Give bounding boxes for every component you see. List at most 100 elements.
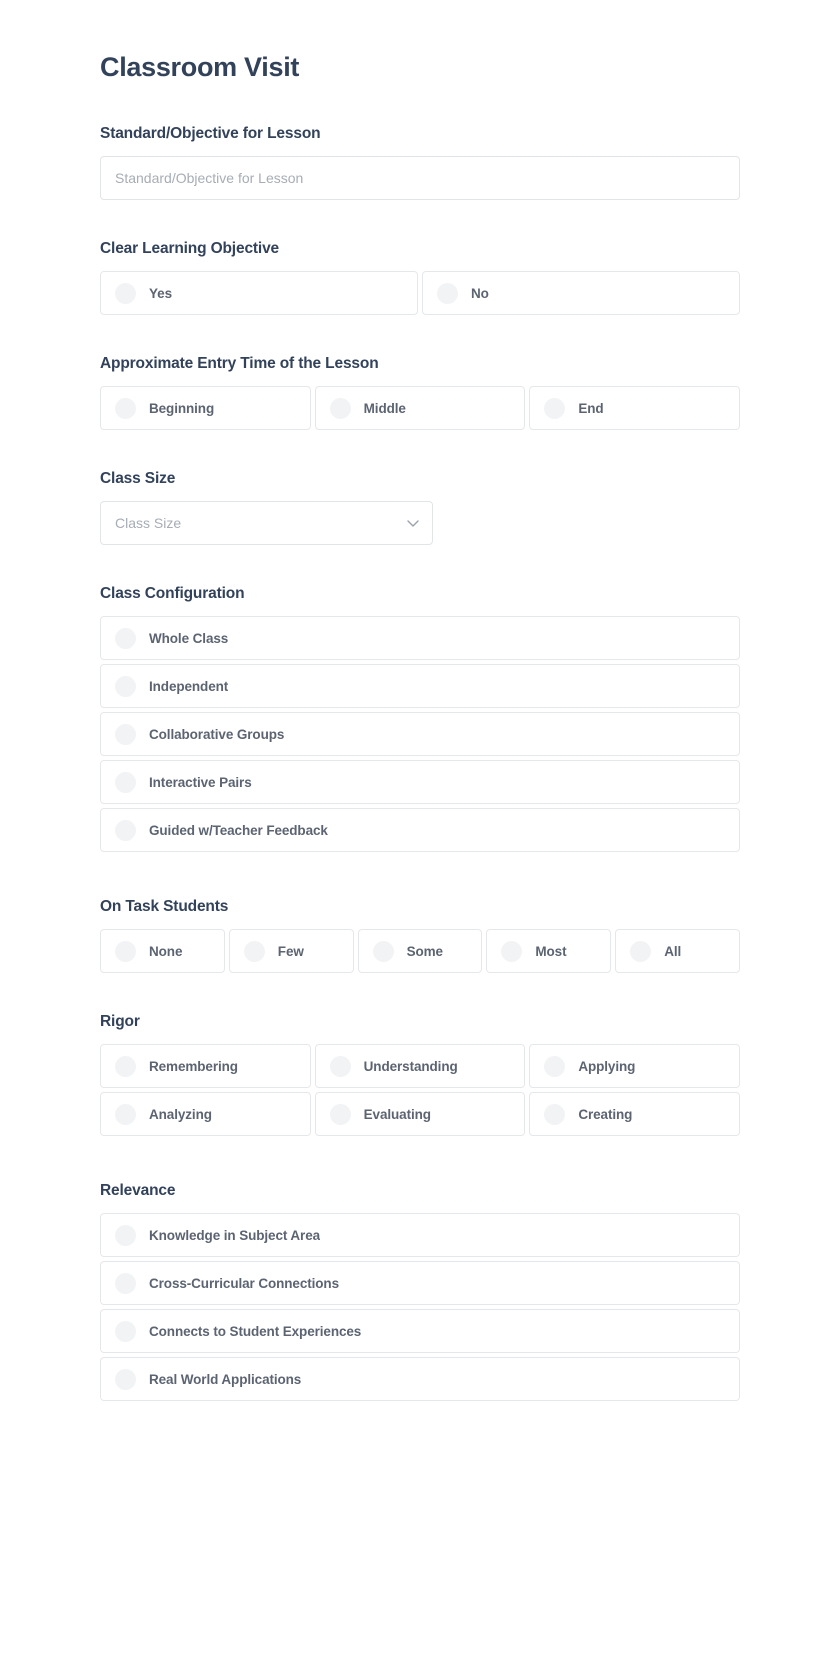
option-label: Most bbox=[535, 943, 567, 959]
option-applying[interactable]: Applying bbox=[529, 1044, 740, 1088]
option-label: Evaluating bbox=[363, 1106, 431, 1122]
class-size-selected-value: Class Size bbox=[115, 515, 182, 531]
option-analyzing[interactable]: Analyzing bbox=[100, 1092, 311, 1136]
class-size-select-wrapper: Class Size bbox=[100, 501, 433, 545]
option-label: Applying bbox=[578, 1058, 636, 1074]
option-row-on-task-students: None Few Some Most All bbox=[100, 929, 740, 973]
option-label: Remembering bbox=[149, 1058, 238, 1074]
option-stack-class-configuration: Whole Class Independent Collaborative Gr… bbox=[100, 616, 740, 852]
option-whole-class[interactable]: Whole Class bbox=[100, 616, 740, 660]
option-knowledge-in-subject-area[interactable]: Knowledge in Subject Area bbox=[100, 1213, 740, 1257]
field-label-clear-learning-objective: Clear Learning Objective bbox=[100, 240, 280, 257]
field-label-class-configuration: Class Configuration bbox=[100, 585, 245, 602]
field-label-standard-objective: Standard/Objective for Lesson bbox=[100, 125, 321, 142]
option-no[interactable]: No bbox=[422, 271, 740, 315]
option-label: Yes bbox=[149, 285, 172, 301]
radio-icon bbox=[329, 1103, 351, 1125]
option-independent[interactable]: Independent bbox=[100, 664, 740, 708]
option-collaborative-groups[interactable]: Collaborative Groups bbox=[100, 712, 740, 756]
option-label: Beginning bbox=[149, 400, 215, 416]
field-label-class-size: Class Size bbox=[100, 470, 176, 487]
option-label: Understanding bbox=[363, 1058, 458, 1074]
option-connects-to-student-experiences[interactable]: Connects to Student Experiences bbox=[100, 1309, 740, 1353]
radio-icon bbox=[115, 397, 136, 419]
option-label: Cross-Curricular Connections bbox=[149, 1275, 339, 1291]
option-label: None bbox=[149, 943, 183, 959]
option-label: Middle bbox=[363, 400, 406, 416]
class-size-select[interactable]: Class Size bbox=[100, 501, 433, 545]
field-label-entry-time: Approximate Entry Time of the Lesson bbox=[100, 355, 379, 372]
radio-icon bbox=[544, 1103, 566, 1125]
option-label: No bbox=[471, 285, 489, 301]
option-label: All bbox=[664, 943, 682, 959]
option-none[interactable]: None bbox=[100, 929, 225, 973]
radio-icon bbox=[115, 1055, 136, 1077]
radio-icon bbox=[115, 1103, 136, 1125]
page-title: Classroom Visit bbox=[100, 52, 300, 82]
option-few[interactable]: Few bbox=[228, 929, 354, 973]
option-label: Collaborative Groups bbox=[149, 726, 285, 742]
option-understanding[interactable]: Understanding bbox=[314, 1044, 526, 1088]
option-evaluating[interactable]: Evaluating bbox=[314, 1092, 526, 1136]
field-class-configuration: Class Configuration Whole Class Independ… bbox=[100, 585, 740, 852]
option-label: Creating bbox=[578, 1106, 633, 1122]
option-label: Interactive Pairs bbox=[149, 774, 252, 790]
option-interactive-pairs[interactable]: Interactive Pairs bbox=[100, 760, 740, 804]
field-standard-objective: Standard/Objective for Lesson bbox=[100, 125, 740, 200]
option-end[interactable]: End bbox=[529, 386, 740, 430]
radio-icon bbox=[544, 397, 566, 419]
field-on-task-students: On Task Students None Few Some Most All bbox=[100, 898, 740, 973]
radio-icon bbox=[115, 771, 136, 793]
option-stack-relevance: Knowledge in Subject Area Cross-Curricul… bbox=[100, 1213, 740, 1401]
option-grid-rigor: Remembering Understanding Applying Analy… bbox=[100, 1044, 740, 1136]
option-label: Knowledge in Subject Area bbox=[149, 1227, 321, 1243]
option-row-entry-time: Beginning Middle End bbox=[100, 386, 740, 430]
option-some[interactable]: Some bbox=[357, 929, 483, 973]
option-remembering[interactable]: Remembering bbox=[100, 1044, 311, 1088]
option-label: Connects to Student Experiences bbox=[149, 1323, 362, 1339]
option-label: Guided w/Teacher Feedback bbox=[149, 822, 328, 838]
radio-icon bbox=[115, 723, 136, 745]
field-label-rigor: Rigor bbox=[100, 1013, 140, 1030]
radio-icon bbox=[501, 940, 523, 962]
radio-icon bbox=[115, 1368, 136, 1390]
radio-icon bbox=[115, 627, 136, 649]
option-guided-w-teacher-feedback[interactable]: Guided w/Teacher Feedback bbox=[100, 808, 740, 852]
radio-icon bbox=[115, 1272, 136, 1294]
field-relevance: Relevance Knowledge in Subject Area Cros… bbox=[100, 1182, 740, 1401]
field-clear-learning-objective: Clear Learning Objective Yes No bbox=[100, 240, 740, 315]
radio-icon bbox=[630, 940, 652, 962]
option-label: Few bbox=[277, 943, 304, 959]
classroom-visit-form: Classroom Visit Standard/Objective for L… bbox=[0, 0, 840, 1680]
standard-objective-input[interactable] bbox=[100, 156, 740, 200]
radio-icon bbox=[115, 819, 136, 841]
field-entry-time: Approximate Entry Time of the Lesson Beg… bbox=[100, 355, 740, 430]
field-label-relevance: Relevance bbox=[100, 1182, 176, 1199]
option-label: Real World Applications bbox=[149, 1371, 302, 1387]
radio-icon bbox=[243, 940, 265, 962]
option-row-clear-learning-objective: Yes No bbox=[100, 271, 740, 315]
option-label: Analyzing bbox=[149, 1106, 212, 1122]
field-class-size: Class Size Class Size bbox=[100, 470, 740, 545]
option-label: Independent bbox=[149, 678, 229, 694]
radio-icon bbox=[115, 282, 136, 304]
radio-icon bbox=[115, 940, 136, 962]
option-cross-curricular-connections[interactable]: Cross-Curricular Connections bbox=[100, 1261, 740, 1305]
radio-icon bbox=[544, 1055, 566, 1077]
radio-icon bbox=[115, 1320, 136, 1342]
option-creating[interactable]: Creating bbox=[529, 1092, 740, 1136]
option-real-world-applications[interactable]: Real World Applications bbox=[100, 1357, 740, 1401]
radio-icon bbox=[329, 1055, 351, 1077]
radio-icon bbox=[115, 675, 136, 697]
option-beginning[interactable]: Beginning bbox=[100, 386, 311, 430]
option-most[interactable]: Most bbox=[486, 929, 612, 973]
option-all[interactable]: All bbox=[615, 929, 740, 973]
option-yes[interactable]: Yes bbox=[100, 271, 418, 315]
field-rigor: Rigor Remembering Understanding Applying… bbox=[100, 1013, 740, 1136]
option-middle[interactable]: Middle bbox=[314, 386, 526, 430]
option-label: Some bbox=[406, 943, 443, 959]
radio-icon bbox=[329, 397, 351, 419]
option-label: End bbox=[578, 400, 604, 416]
field-label-on-task-students: On Task Students bbox=[100, 898, 229, 915]
radio-icon bbox=[115, 1224, 136, 1246]
